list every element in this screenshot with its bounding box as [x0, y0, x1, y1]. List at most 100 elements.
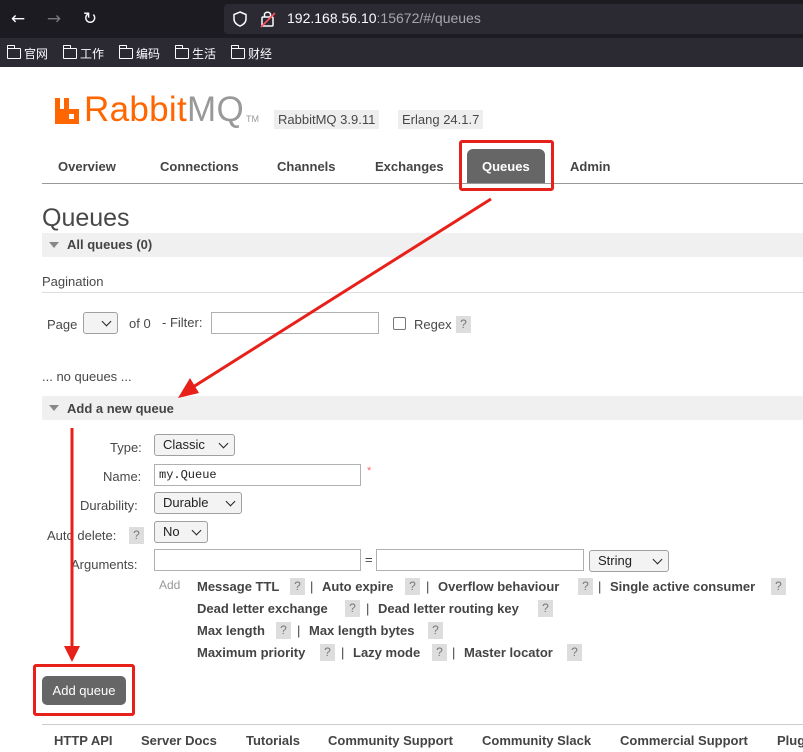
type-select[interactable]: Classic: [154, 434, 235, 456]
argument-type-select[interactable]: String: [589, 550, 669, 572]
browser-toolbar: ← → ↻ 192.168.56.10:15672/#/queues: [0, 0, 803, 38]
help-icon[interactable]: ?: [432, 644, 447, 661]
footer-tutorials[interactable]: Tutorials: [246, 733, 300, 748]
queue-name-input[interactable]: my.Queue: [154, 464, 361, 486]
bookmark-folder[interactable]: 工作: [62, 44, 104, 62]
argument-key-input[interactable]: [154, 549, 361, 571]
type-label: Type:: [110, 440, 142, 455]
folder-icon: [6, 44, 21, 59]
arg-master-locator[interactable]: Master locator: [464, 645, 553, 660]
arguments-label: Arguments:: [71, 557, 138, 572]
annotation-box-add-button: [33, 664, 135, 716]
arg-dead-letter-exchange[interactable]: Dead letter exchange: [197, 601, 328, 616]
chevron-down-icon: [101, 316, 112, 327]
arg-dead-letter-routing-key[interactable]: Dead letter routing key: [378, 601, 519, 616]
bookmark-folder[interactable]: 财经: [230, 44, 272, 62]
help-icon[interactable]: ?: [428, 622, 443, 639]
shield-icon: [233, 11, 247, 27]
empty-message: ... no queues ...: [42, 369, 132, 384]
arg-auto-expire[interactable]: Auto expire: [322, 579, 394, 594]
footer-server-docs[interactable]: Server Docs: [141, 733, 217, 748]
arg-max-length-bytes[interactable]: Max length bytes: [309, 623, 414, 638]
tab-overview[interactable]: Overview: [50, 149, 124, 183]
address-bar[interactable]: 192.168.56.10:15672/#/queues: [224, 4, 803, 34]
help-icon[interactable]: ?: [567, 644, 582, 661]
chevron-down-icon: [218, 438, 229, 449]
forward-arrow-icon[interactable]: →: [43, 8, 65, 30]
filter-input[interactable]: [211, 312, 379, 334]
tab-channels[interactable]: Channels: [269, 149, 344, 183]
footer-commercial-support[interactable]: Commercial Support: [620, 733, 748, 748]
page-count: of 0: [129, 316, 151, 331]
annotation-arrow-head: [178, 378, 199, 398]
page-label: Page: [47, 317, 78, 332]
bookmarks-bar: 官网 工作 编码 生活 财经: [0, 38, 803, 67]
erlang-badge: Erlang 24.1.7: [398, 110, 484, 129]
name-label: Name:: [103, 469, 142, 484]
help-icon[interactable]: ?: [276, 622, 291, 639]
footer-community-support[interactable]: Community Support: [328, 733, 453, 748]
bookmark-folder[interactable]: 编码: [118, 44, 160, 62]
rabbitmq-logo[interactable]: RabbitMQ TM: [53, 92, 259, 127]
folder-icon: [118, 44, 133, 59]
help-icon[interactable]: ?: [345, 600, 360, 617]
chevron-down-icon: [652, 554, 663, 565]
url-text: 192.168.56.10:15672/#/queues: [287, 10, 481, 26]
arg-max-length[interactable]: Max length: [197, 623, 265, 638]
page-select[interactable]: [83, 312, 118, 334]
insecure-lock-icon[interactable]: [260, 10, 276, 28]
annotation-arrow-line: [192, 197, 492, 389]
tab-connections[interactable]: Connections: [152, 149, 247, 183]
separator: |: [310, 579, 314, 594]
help-icon[interactable]: ?: [290, 578, 305, 595]
rabbit-logo-icon: [55, 98, 79, 124]
chevron-down-icon: [191, 525, 202, 536]
help-icon[interactable]: ?: [578, 578, 593, 595]
bookmark-folder[interactable]: 官网: [6, 44, 48, 62]
page-title: Queues: [42, 204, 130, 232]
collapse-triangle-icon: [49, 242, 59, 248]
footer-http-api[interactable]: HTTP API: [54, 733, 113, 748]
help-icon[interactable]: ?: [405, 578, 420, 595]
folder-icon: [174, 44, 189, 59]
help-icon[interactable]: ?: [538, 600, 553, 617]
add-argument-link[interactable]: Add: [159, 578, 180, 592]
footer-community-slack[interactable]: Community Slack: [482, 733, 591, 748]
auto-delete-label: Auto delete:: [47, 528, 117, 543]
separator: |: [366, 601, 370, 616]
folder-icon: [230, 44, 245, 59]
argument-value-input[interactable]: [376, 549, 584, 571]
annotation-arrow-head: [64, 646, 80, 662]
filter-label: - Filter:: [162, 315, 203, 330]
add-queue-toggle[interactable]: Add a new queue: [42, 396, 803, 420]
help-icon[interactable]: ?: [129, 527, 144, 544]
main-tabs: Overview Connections Channels Exchanges …: [42, 149, 803, 184]
help-icon[interactable]: ?: [771, 578, 786, 595]
collapse-triangle-icon: [49, 405, 59, 411]
regex-label: Regex: [414, 317, 452, 332]
arg-maximum-priority[interactable]: Maximum priority: [197, 645, 305, 660]
separator: |: [297, 623, 301, 638]
equals-sign: =: [365, 552, 373, 567]
durability-select[interactable]: Durable: [154, 492, 242, 514]
auto-delete-select[interactable]: No: [154, 521, 208, 543]
tab-exchanges[interactable]: Exchanges: [367, 149, 452, 183]
reload-icon[interactable]: ↻: [79, 8, 101, 30]
separator: |: [598, 579, 602, 594]
annotation-box-queues-tab: [459, 140, 554, 191]
arg-single-active-consumer[interactable]: Single active consumer: [610, 579, 755, 594]
tab-admin[interactable]: Admin: [562, 149, 618, 183]
help-icon[interactable]: ?: [456, 316, 471, 333]
version-badge: RabbitMQ 3.9.11: [274, 110, 380, 129]
bookmark-folder[interactable]: 生活: [174, 44, 216, 62]
regex-checkbox[interactable]: [393, 317, 406, 330]
arg-message-ttl[interactable]: Message TTL: [197, 579, 279, 594]
footer-plugins[interactable]: Plug: [777, 733, 803, 748]
chevron-down-icon: [225, 496, 236, 507]
help-icon[interactable]: ?: [320, 644, 335, 661]
back-arrow-icon[interactable]: ←: [7, 8, 29, 30]
arg-overflow-behaviour[interactable]: Overflow behaviour: [438, 579, 559, 594]
arg-lazy-mode[interactable]: Lazy mode: [353, 645, 420, 660]
separator: |: [426, 579, 430, 594]
all-queues-toggle[interactable]: All queues (0): [42, 233, 803, 257]
